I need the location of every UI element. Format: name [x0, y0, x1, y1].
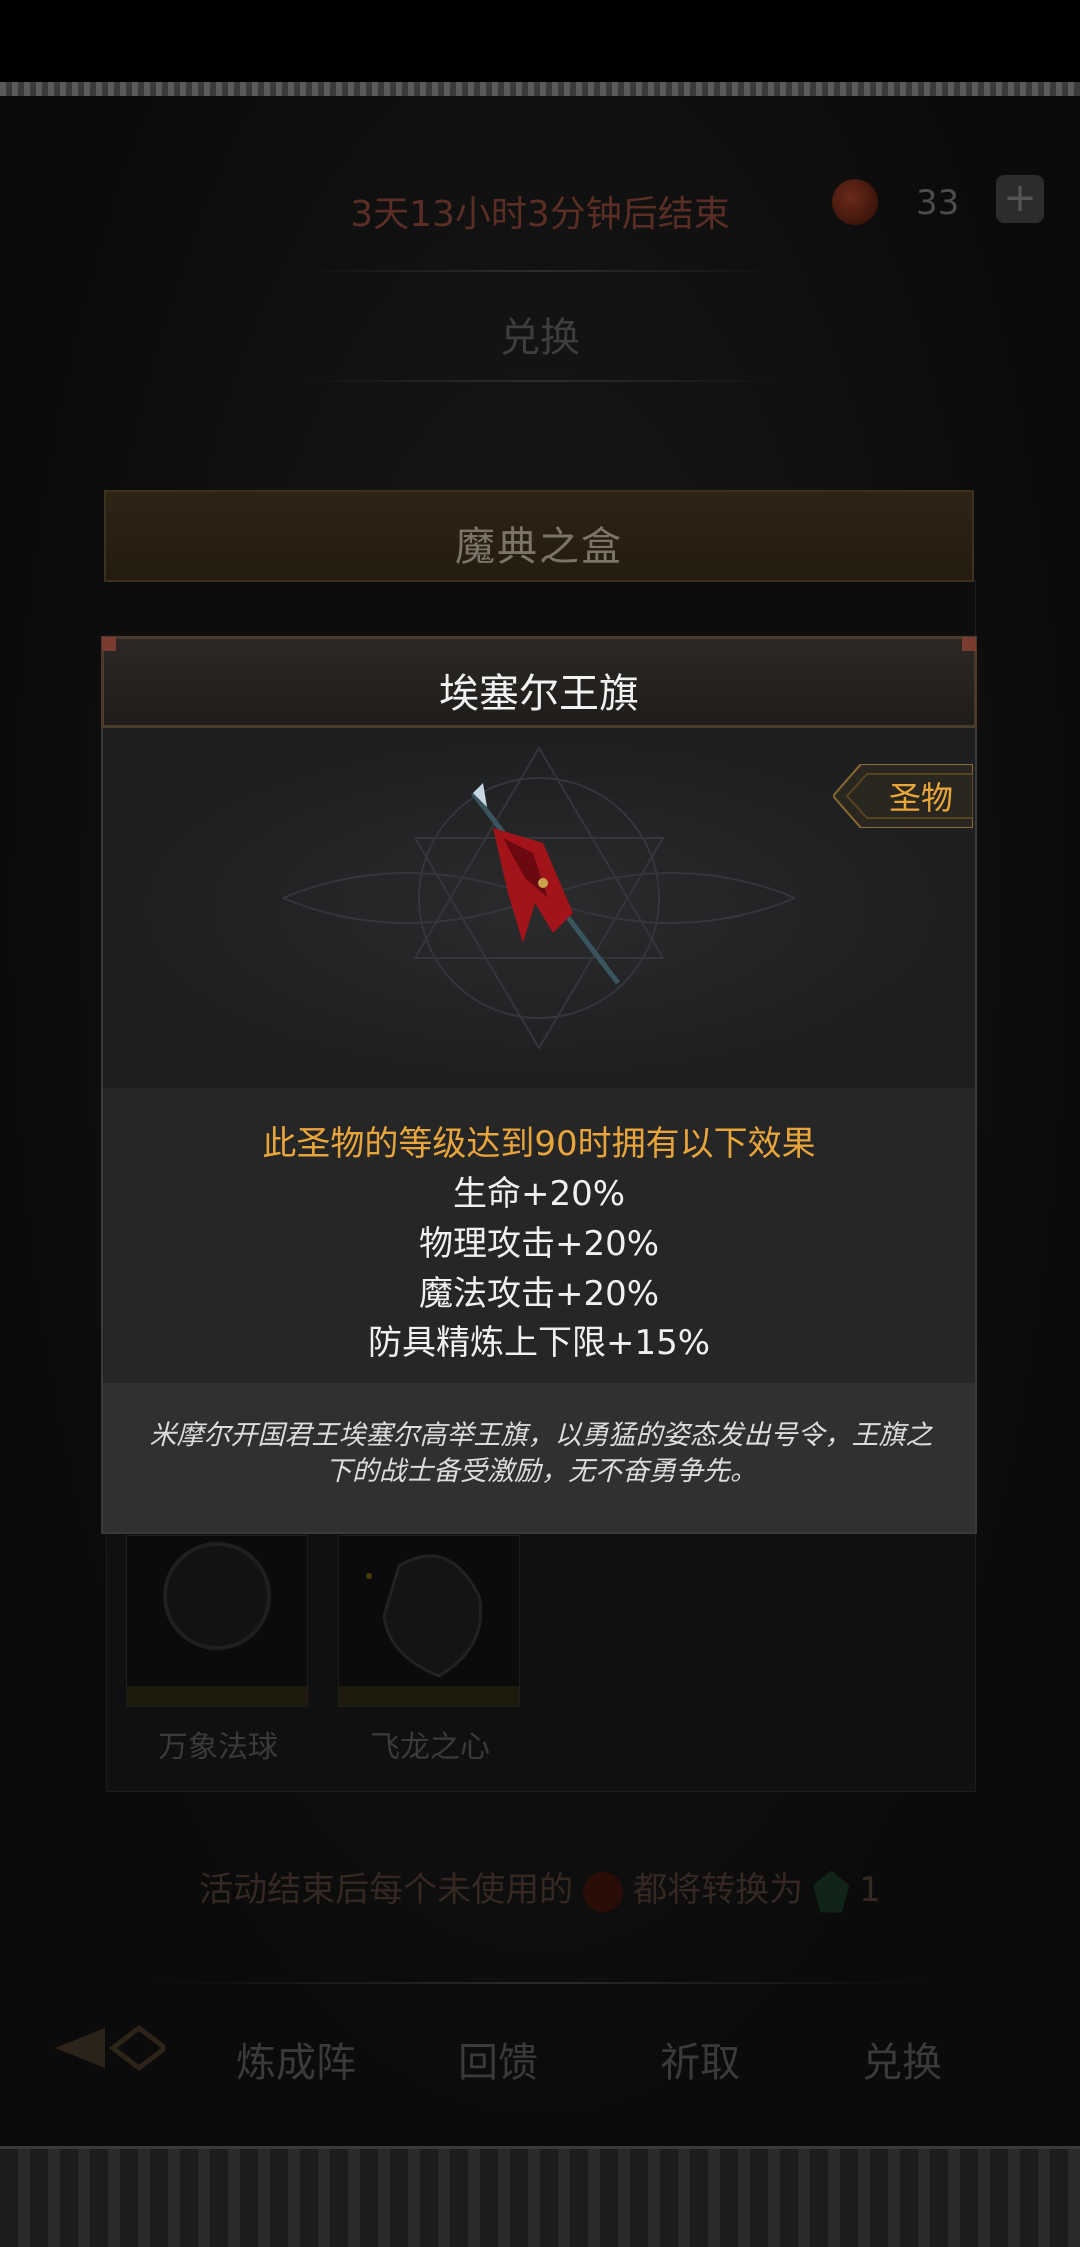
reward-card-label: 飞龙之心	[370, 1730, 490, 1765]
box-header: 魔典之盒	[104, 490, 974, 582]
blood-gem-icon	[832, 179, 878, 225]
notice-amount: 1	[859, 1870, 881, 1910]
reward-card[interactable]	[126, 1535, 308, 1707]
divider	[150, 1982, 930, 1984]
blood-gem-icon	[583, 1871, 624, 1912]
item-detail-popup[interactable]: 埃塞尔王旗 圣物 此圣物的等级达到90时拥有以下效果 生命+20% 物理攻击+2…	[101, 636, 977, 1534]
nav-tab-rewards[interactable]: 回馈	[418, 2030, 578, 2088]
effects-heading: 此圣物的等级达到90时拥有以下效果	[262, 1124, 816, 1164]
item-name: 埃塞尔王旗	[439, 671, 639, 717]
back-button[interactable]	[55, 2022, 170, 2074]
orb-icon	[127, 1542, 307, 1706]
effect-line: 魔法攻击+20%	[418, 1274, 660, 1314]
nav-tab-exchange[interactable]: 兑换	[822, 2030, 982, 2088]
item-description-panel: 米摩尔开国君王埃塞尔高举王旗，以勇猛的姿态发出号令，王旗之下的战士备受激励，无不…	[101, 1383, 977, 1534]
dragon-heart-icon	[339, 1554, 519, 1706]
item-description: 米摩尔开国君王埃塞尔高举王旗，以勇猛的姿态发出号令，王旗之下的战士备受激励，无不…	[149, 1420, 933, 1487]
back-arrow-icon	[55, 2024, 170, 2072]
effect-line: 防具精炼上下限+15%	[367, 1323, 711, 1363]
nav-tab-alchemy[interactable]: 炼成阵	[216, 2030, 376, 2088]
top-frame-border	[0, 82, 1080, 96]
effect-line: 物理攻击+20%	[418, 1224, 660, 1264]
divider	[300, 380, 780, 382]
currency-amount: 33	[916, 183, 960, 223]
notice-middle: 都将转换为	[633, 1870, 804, 1910]
nav-tab-pray[interactable]: 祈取	[620, 2030, 780, 2088]
conversion-notice: 活动结束后每个未使用的 都将转换为 1	[0, 1862, 1080, 1913]
corner-ornament	[962, 637, 976, 651]
reward-card-label: 万象法球	[158, 1730, 278, 1765]
rarity-label: 圣物	[888, 779, 953, 817]
emerald-icon	[813, 1870, 850, 1913]
box-header-band	[104, 582, 974, 634]
add-currency-button[interactable]: +	[996, 175, 1044, 223]
reward-card[interactable]	[338, 1535, 520, 1707]
divider	[300, 270, 780, 272]
box-title: 魔典之盒	[455, 524, 623, 570]
exchange-section-title: 兑换	[500, 315, 580, 361]
banner-spear-icon	[471, 783, 620, 985]
item-header: 埃塞尔王旗	[101, 636, 977, 728]
effect-line: 生命+20%	[452, 1174, 626, 1214]
item-artwork: 圣物	[101, 728, 977, 1088]
currency-counter: 33 +	[820, 175, 1046, 231]
status-bar	[0, 0, 1080, 82]
corner-ornament	[102, 637, 116, 651]
bottom-frame-border	[0, 2146, 1080, 2247]
notice-prefix: 活动结束后每个未使用的	[199, 1870, 574, 1910]
